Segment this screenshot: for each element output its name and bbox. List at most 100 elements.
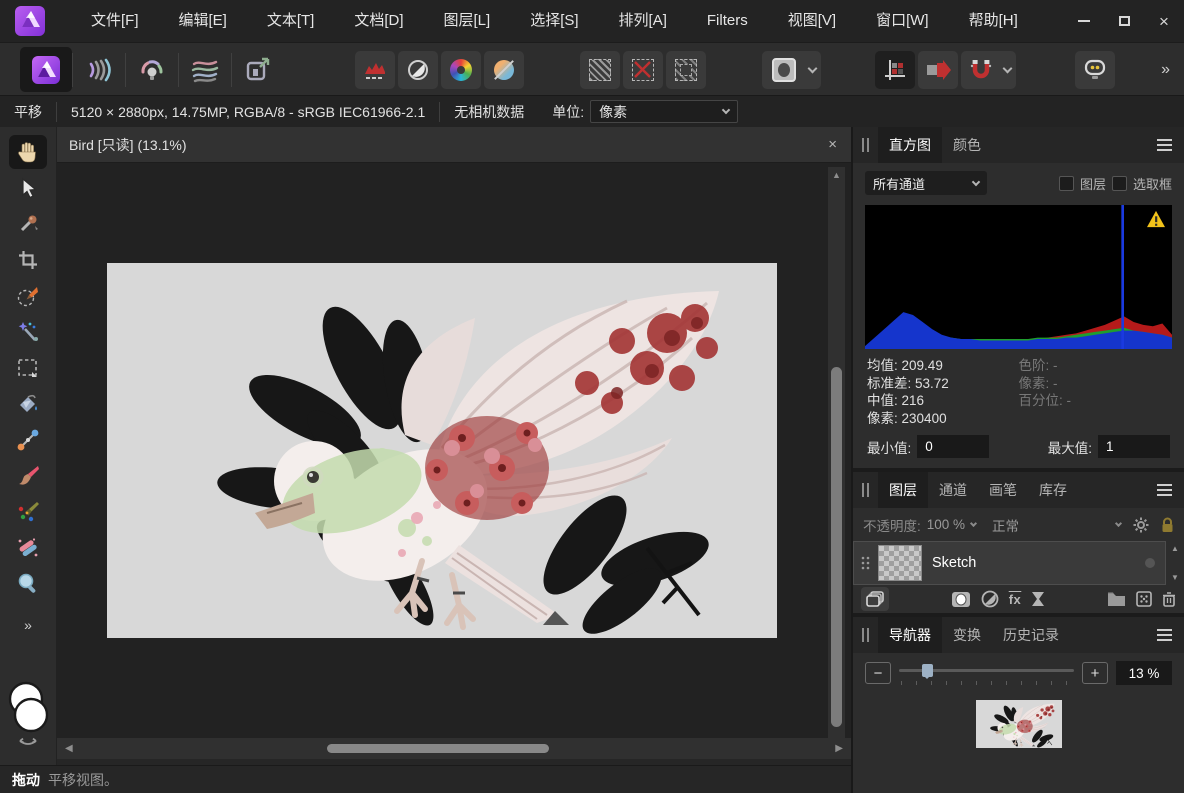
minimize-button[interactable] — [1064, 0, 1104, 42]
panel-menu-icon[interactable] — [1157, 139, 1172, 151]
panel-drag-handle-icon[interactable] — [862, 483, 869, 497]
develop-persona-button[interactable] — [126, 47, 178, 92]
scroll-down-icon[interactable]: ▼ — [1171, 573, 1179, 582]
zoom-in-button[interactable]: + — [1082, 662, 1108, 684]
tab-transform[interactable]: 变换 — [942, 617, 992, 653]
select-all-button[interactable] — [580, 51, 620, 89]
navigator-thumbnail[interactable] — [976, 700, 1062, 748]
move-tool[interactable] — [9, 171, 47, 205]
menu-view[interactable]: 视图[V] — [768, 0, 856, 42]
tone-mapping-persona-button[interactable] — [179, 47, 231, 92]
live-filter-icon[interactable] — [1031, 591, 1045, 607]
menu-filters[interactable]: Filters — [687, 0, 768, 42]
document-tab[interactable]: Bird [只读] (13.1%) — [57, 135, 186, 155]
menu-layer[interactable]: 图层[L] — [424, 0, 511, 42]
mask-icon[interactable] — [951, 591, 971, 608]
move-forward-button[interactable] — [918, 51, 958, 89]
layer-effects-icon[interactable]: fx — [1009, 592, 1022, 607]
gradient-tool[interactable] — [9, 423, 47, 457]
channel-dropdown[interactable]: 所有通道 — [865, 171, 987, 195]
snapping-dropdown[interactable] — [998, 51, 1016, 89]
close-button[interactable]: × — [1144, 0, 1184, 42]
zoom-slider[interactable] — [899, 662, 1074, 684]
marquee-tool[interactable] — [9, 351, 47, 385]
scroll-up-icon[interactable]: ▲ — [1171, 544, 1179, 553]
more-tools-chevrons[interactable]: » — [24, 617, 32, 633]
pattern-layer-icon[interactable] — [1136, 591, 1152, 607]
tab-navigator[interactable]: 导航器 — [878, 617, 942, 653]
selection-brush-tool[interactable] — [9, 279, 47, 313]
zoom-out-button[interactable]: − — [865, 662, 891, 684]
chevron-down-icon[interactable] — [970, 519, 977, 526]
max-input[interactable] — [1098, 435, 1170, 458]
layer-list-scrollbar[interactable]: ▲ ▼ — [1166, 541, 1184, 585]
menu-window[interactable]: 窗口[W] — [856, 0, 949, 42]
assistant-preview-dropdown[interactable] — [803, 51, 821, 89]
zoom-tool[interactable] — [9, 567, 47, 601]
auto-levels-button[interactable] — [355, 51, 395, 89]
toolbar-overflow-chevrons[interactable]: » — [1161, 43, 1170, 96]
horizontal-scrollbar[interactable]: ◀ ▶ — [57, 738, 851, 759]
auto-colours-button[interactable] — [441, 51, 481, 89]
tab-colour[interactable]: 颜色 — [942, 127, 992, 163]
layer-thumbnail[interactable] — [878, 545, 922, 581]
adjustment-icon[interactable] — [981, 590, 999, 608]
group-folder-icon[interactable] — [1107, 591, 1126, 607]
gear-icon[interactable] — [1133, 517, 1149, 533]
liquify-persona-button[interactable] — [73, 47, 125, 92]
menu-arrange[interactable]: 排列[A] — [599, 0, 687, 42]
layer-checkbox[interactable] — [1059, 176, 1074, 191]
menu-help[interactable]: 帮助[H] — [949, 0, 1038, 42]
crop-tool[interactable] — [9, 243, 47, 277]
tab-histogram[interactable]: 直方图 — [878, 127, 942, 163]
vertical-scrollbar[interactable]: ▲ — [828, 167, 845, 738]
colour-picker-tool[interactable] — [9, 207, 47, 241]
auto-contrast-button[interactable] — [398, 51, 438, 89]
tab-stock[interactable]: 库存 — [1028, 472, 1078, 508]
tab-brushes[interactable]: 画笔 — [978, 472, 1028, 508]
export-persona-button[interactable] — [232, 47, 284, 92]
colour-swatches[interactable] — [0, 677, 57, 751]
tab-layers[interactable]: 图层 — [878, 472, 928, 508]
colour-replacement-brush-tool[interactable] — [9, 495, 47, 529]
scroll-right-icon[interactable]: ▶ — [827, 743, 851, 754]
assistant-preview-button[interactable] — [762, 51, 806, 89]
paint-brush-tool[interactable] — [9, 459, 47, 493]
menu-file[interactable]: 文件[F] — [71, 0, 159, 42]
deselect-button[interactable] — [623, 51, 663, 89]
canvas-viewport[interactable] — [57, 163, 851, 738]
menu-select[interactable]: 选择[S] — [510, 0, 598, 42]
tab-channels[interactable]: 通道 — [928, 472, 978, 508]
photo-persona-button[interactable] — [20, 47, 72, 92]
menu-text[interactable]: 文本[T] — [247, 0, 335, 42]
duplicate-layer-button[interactable] — [861, 587, 889, 611]
auto-white-balance-button[interactable] — [484, 51, 524, 89]
lock-icon[interactable] — [1161, 517, 1174, 533]
opacity-value[interactable]: 100 % — [927, 517, 965, 532]
snapping-magnet-button[interactable] — [961, 51, 1001, 89]
unit-dropdown[interactable]: 像素 — [590, 100, 738, 123]
tab-history[interactable]: 历史记录 — [992, 617, 1070, 653]
horizontal-scroll-thumb[interactable] — [327, 744, 549, 753]
marquee-checkbox[interactable] — [1112, 176, 1127, 191]
maximize-button[interactable] — [1104, 0, 1144, 42]
erase-brush-tool[interactable] — [9, 531, 47, 565]
layer-name[interactable]: Sketch — [932, 555, 976, 571]
layer-row-sketch[interactable]: Sketch — [853, 541, 1166, 585]
zoom-value[interactable]: 13 % — [1116, 661, 1172, 685]
panel-drag-handle-icon[interactable] — [862, 628, 869, 642]
scroll-up-icon[interactable]: ▲ — [828, 170, 845, 180]
flood-select-tool[interactable] — [9, 315, 47, 349]
tab-close-icon[interactable]: × — [828, 136, 837, 153]
min-input[interactable] — [917, 435, 989, 458]
flood-fill-tool[interactable] — [9, 387, 47, 421]
vertical-scroll-thumb[interactable] — [831, 367, 842, 727]
menu-document[interactable]: 文档[D] — [334, 0, 423, 42]
grid-axis-button[interactable] — [875, 51, 915, 89]
panel-menu-icon[interactable] — [1157, 484, 1172, 496]
layer-visibility-toggle[interactable] — [1145, 558, 1155, 568]
blend-mode-value[interactable]: 正常 — [992, 515, 1019, 535]
view-hand-tool[interactable] — [9, 135, 47, 169]
zoom-slider-handle[interactable] — [922, 664, 933, 677]
assistant-robot-button[interactable] — [1075, 51, 1115, 89]
